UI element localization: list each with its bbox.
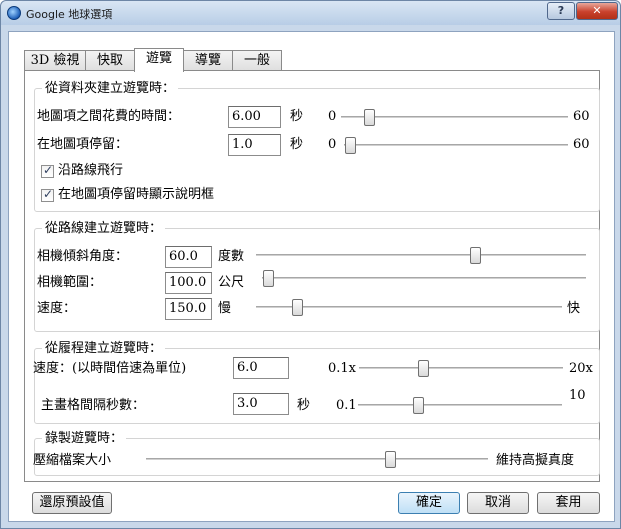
recording-quality-slider[interactable] — [146, 451, 488, 468]
line-speed-input[interactable]: 150.0 — [165, 298, 212, 320]
track-speed-max: 20x — [569, 361, 593, 376]
range-label: 相機範圍： — [37, 275, 103, 290]
slider-thumb[interactable] — [412, 397, 424, 414]
tilt-slider[interactable] — [256, 247, 586, 264]
fly-along-lines-label: 沿路線飛行 — [58, 163, 124, 178]
tab-general[interactable]: 一般 — [232, 50, 282, 71]
fly-time-slider[interactable] — [341, 109, 568, 126]
slider-track — [256, 254, 586, 256]
help-button[interactable]: ? — [547, 2, 575, 20]
cancel-button[interactable]: 取消 — [467, 492, 529, 514]
slider-track — [262, 277, 586, 279]
tab-3d-view[interactable]: 3D 檢視 — [24, 50, 86, 71]
wait-label: 在地圖項停留： — [37, 137, 129, 152]
range-unit: 公尺 — [218, 275, 245, 290]
show-balloon-checkbox[interactable] — [41, 187, 54, 202]
close-button[interactable]: ✕ — [576, 2, 618, 20]
tilt-input[interactable]: 60.0 — [165, 246, 212, 268]
tilt-label: 相機傾斜角度： — [37, 249, 129, 264]
track-speed-input[interactable]: 6.0 — [233, 357, 289, 379]
slider-track — [359, 367, 563, 369]
fly-time-max: 60 — [573, 109, 590, 124]
fly-time-min: 0 — [328, 109, 337, 124]
slider-thumb[interactable] — [363, 109, 375, 126]
slider-thumb[interactable] — [384, 451, 396, 468]
apply-button[interactable]: 套用 — [537, 492, 600, 514]
tab-cache[interactable]: 快取 — [85, 50, 135, 71]
window-title: Google 地球選項 — [26, 8, 113, 21]
slider-thumb[interactable] — [292, 299, 304, 316]
interval-unit: 秒 — [297, 398, 311, 413]
range-input[interactable]: 100.0 — [165, 272, 212, 294]
google-earth-icon — [7, 6, 21, 20]
fidelity-label: 維持高擬真度 — [496, 453, 575, 468]
interval-input[interactable]: 3.0 — [233, 393, 289, 415]
slider-thumb[interactable] — [345, 137, 356, 154]
folder-tour-title: 從資料夾建立遊覽時： — [42, 81, 179, 97]
line-speed-min: 慢 — [218, 301, 232, 316]
track-tour-title: 從履程建立遊覽時： — [42, 341, 166, 357]
restore-defaults-button[interactable]: 還原預設值 — [32, 492, 112, 514]
tilt-unit: 度數 — [218, 249, 245, 264]
slider-track — [358, 404, 562, 406]
fly-time-label: 地圖項之間花費的時間： — [37, 109, 181, 124]
tab-navigation[interactable]: 導覽 — [183, 50, 233, 71]
title-bar: Google 地球選項 ? ✕ — [1, 1, 620, 25]
wait-slider[interactable] — [344, 137, 568, 154]
interval-max: 10 — [569, 388, 586, 403]
slider-track — [344, 144, 568, 146]
line-speed-slider[interactable] — [256, 299, 562, 316]
slider-thumb[interactable] — [263, 270, 274, 287]
wait-unit: 秒 — [290, 137, 304, 152]
interval-slider[interactable] — [358, 397, 562, 414]
wait-max: 60 — [573, 137, 590, 152]
slider-thumb[interactable] — [417, 360, 429, 377]
line-speed-max: 快 — [567, 301, 581, 316]
slider-track — [341, 116, 568, 118]
fly-time-unit: 秒 — [290, 109, 304, 124]
line-speed-label: 速度： — [37, 301, 77, 316]
ok-button[interactable]: 確定 — [398, 492, 460, 514]
interval-label: 主畫格間隔秒數： — [41, 398, 146, 413]
interval-min: 0.1 — [336, 398, 357, 413]
track-speed-slider[interactable] — [359, 360, 563, 377]
range-slider[interactable] — [262, 270, 586, 287]
fly-along-lines-checkbox[interactable] — [41, 163, 54, 178]
wait-input[interactable]: 1.0 — [228, 134, 281, 156]
compress-label: 壓縮檔案大小 — [33, 453, 112, 468]
track-speed-label: 速度：(以時間倍速為單位) — [33, 361, 187, 376]
tab-touring[interactable]: 遊覽 — [134, 48, 184, 72]
recording-title: 錄製遊覽時： — [42, 431, 127, 447]
show-balloon-label: 在地圖項停留時顯示說明框 — [58, 187, 215, 202]
fly-time-input[interactable]: 6.00 — [228, 106, 281, 128]
slider-thumb[interactable] — [470, 247, 482, 264]
slider-track — [146, 458, 488, 460]
wait-min: 0 — [328, 137, 337, 152]
line-tour-title: 從路線建立遊覽時： — [42, 221, 166, 237]
track-speed-min: 0.1x — [328, 361, 357, 376]
